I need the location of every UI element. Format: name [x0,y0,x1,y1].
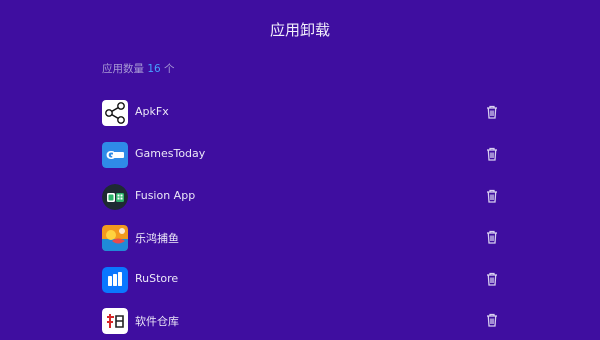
app-count-value: 16 [147,63,161,75]
trash-icon[interactable] [484,104,500,120]
app-row-apkfx[interactable]: ApkFx [0,92,600,132]
page-title: 应用卸载 [269,21,330,39]
app-row-fusion-app[interactable]: Fusion App [0,176,600,216]
fusion-app-icon [102,184,128,210]
fishing-game-icon [102,225,128,251]
gamestoday-icon: G [102,142,128,168]
software-warehouse-icon [102,308,128,334]
trash-icon[interactable] [484,146,500,162]
app-name: Fusion App [135,189,196,202]
apkfx-share-icon [102,100,128,126]
app-count-label: 应用数量 [102,63,148,75]
rustore-icon [102,267,128,293]
app-name: ApkFx [135,105,169,118]
trash-icon[interactable] [484,312,500,328]
app-name: GamesToday [135,147,206,160]
app-name: 软件仓库 [135,315,179,328]
app-row-software-warehouse[interactable]: 软件仓库 [0,300,600,340]
app-count: 应用数量 16 个 [102,61,175,76]
app-row-gamestoday[interactable]: G GamesToday [0,134,600,174]
app-name: RuStore [135,272,179,285]
trash-icon[interactable] [484,188,500,204]
app-row-fishing-game[interactable]: 乐鸿捕鱼 [0,217,600,257]
app-name: 乐鸿捕鱼 [135,232,179,245]
app-count-unit: 个 [160,63,175,75]
trash-icon[interactable] [484,229,500,245]
trash-icon[interactable] [484,271,500,287]
app-row-rustore[interactable]: RuStore [0,259,600,299]
